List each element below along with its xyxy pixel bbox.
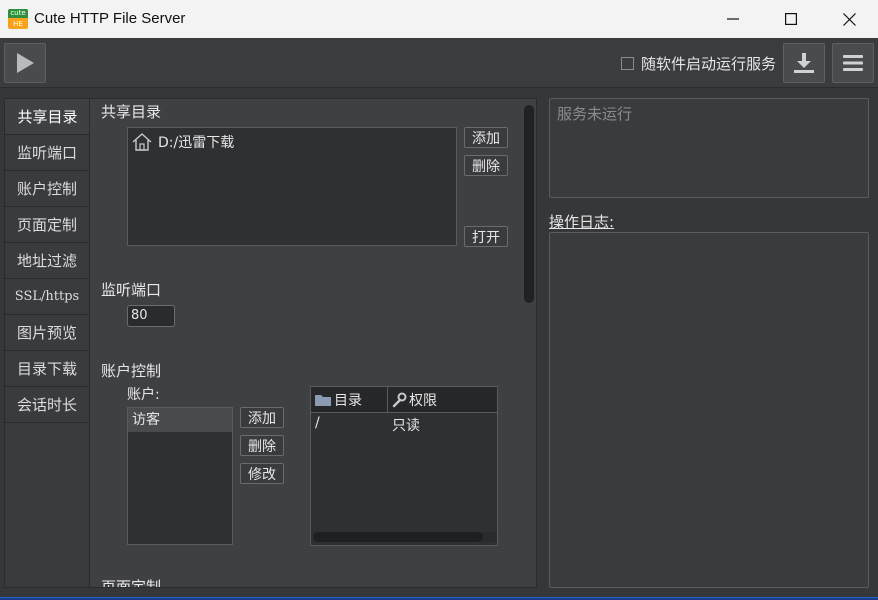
autostart-option[interactable]: 随软件启动运行服务 [621, 53, 776, 73]
horizontal-scrollbar[interactable] [313, 532, 497, 542]
logo-top-text: cute [8, 9, 28, 18]
shared-dirs-title: 共享目录 [101, 103, 162, 121]
row-perm-cell: 只读 [392, 418, 420, 434]
shared-dir-path: D:/迅雷下载 [158, 135, 235, 151]
delete-dir-button[interactable]: 删除 [464, 155, 508, 176]
minimize-icon [727, 18, 739, 20]
logo-bottom-text: HE [13, 20, 23, 28]
folder-icon [315, 394, 331, 406]
table-header: 目录 权限 [311, 387, 497, 413]
play-icon [17, 53, 34, 73]
tab-image-preview[interactable]: 图片预览 [5, 315, 89, 351]
tab-listen-port[interactable]: 监听端口 [5, 135, 89, 171]
start-server-button[interactable] [4, 43, 46, 83]
toolbar: 随软件启动运行服务 [0, 38, 878, 88]
tab-page-custom[interactable]: 页面定制 [5, 207, 89, 243]
shared-dirs-list[interactable]: D:/迅雷下载 [127, 127, 457, 246]
row-dir-cell: / [315, 415, 320, 431]
app-logo-icon: cute HE [8, 9, 28, 29]
minimize-button[interactable] [704, 0, 762, 38]
open-dir-button[interactable]: 打开 [464, 226, 508, 247]
scrollbar-thumb[interactable] [313, 532, 483, 542]
main-window: cute HE Cute HTTP File Server 随软件启动运行服务 [0, 0, 878, 598]
operation-log-area[interactable] [549, 232, 869, 588]
add-dir-button[interactable]: 添加 [464, 127, 508, 148]
server-status-panel: 服务未运行 [549, 98, 869, 198]
tab-dir-download[interactable]: 目录下载 [5, 351, 89, 387]
title-bar[interactable]: cute HE Cute HTTP File Server [0, 0, 878, 38]
operation-log-label: 操作日志: [549, 213, 615, 231]
account-control-title: 账户控制 [101, 362, 162, 380]
tab-session-duration[interactable]: 会话时长 [5, 387, 89, 423]
home-icon [132, 133, 152, 151]
tab-address-filter[interactable]: 地址过滤 [5, 243, 89, 279]
content-vertical-scrollbar[interactable] [524, 105, 534, 303]
maximize-button[interactable] [762, 0, 820, 38]
account-label: 账户: [127, 387, 160, 403]
tab-account-control[interactable]: 账户控制 [5, 171, 89, 207]
account-list[interactable]: 访客 [127, 407, 233, 545]
settings-content[interactable]: 共享目录 D:/迅雷下载 添加 删除 打开 监听端口 80 账户控制 账户: 访… [89, 98, 537, 588]
list-item[interactable]: D:/迅雷下载 [132, 132, 234, 152]
autostart-label: 随软件启动运行服务 [641, 54, 777, 73]
window-title: Cute HTTP File Server [34, 10, 186, 27]
column-header-dir[interactable]: 目录 [311, 387, 388, 412]
hamburger-menu-icon [843, 55, 863, 71]
wrench-icon [392, 392, 407, 407]
download-button[interactable] [783, 43, 825, 83]
column-header-perm[interactable]: 权限 [388, 387, 496, 412]
list-item[interactable]: 访客 [128, 408, 232, 432]
port-input[interactable]: 80 [127, 305, 175, 327]
delete-account-button[interactable]: 删除 [240, 435, 284, 456]
column-perm-label: 权限 [409, 392, 437, 409]
autostart-checkbox[interactable] [621, 56, 634, 70]
download-icon [794, 53, 814, 73]
settings-tabs: 共享目录 监听端口 账户控制 页面定制 地址过滤 SSL/https 图片预览 … [4, 98, 91, 588]
listen-port-title: 监听端口 [101, 281, 162, 299]
tab-shared-dirs[interactable]: 共享目录 [5, 99, 91, 135]
edit-account-button[interactable]: 修改 [240, 463, 284, 484]
add-account-button[interactable]: 添加 [240, 407, 284, 428]
table-row[interactable]: / 只读 [311, 415, 497, 437]
column-dir-label: 目录 [334, 392, 362, 409]
close-button[interactable] [820, 0, 878, 38]
permission-table[interactable]: 目录 权限 / 只读 [310, 386, 498, 546]
page-custom-title: 页面定制 [101, 578, 162, 588]
maximize-icon [785, 13, 797, 25]
close-icon [842, 12, 856, 26]
menu-button[interactable] [832, 43, 874, 83]
server-status-text: 服务未运行 [557, 105, 633, 123]
tab-ssl-https[interactable]: SSL/https [5, 279, 89, 315]
